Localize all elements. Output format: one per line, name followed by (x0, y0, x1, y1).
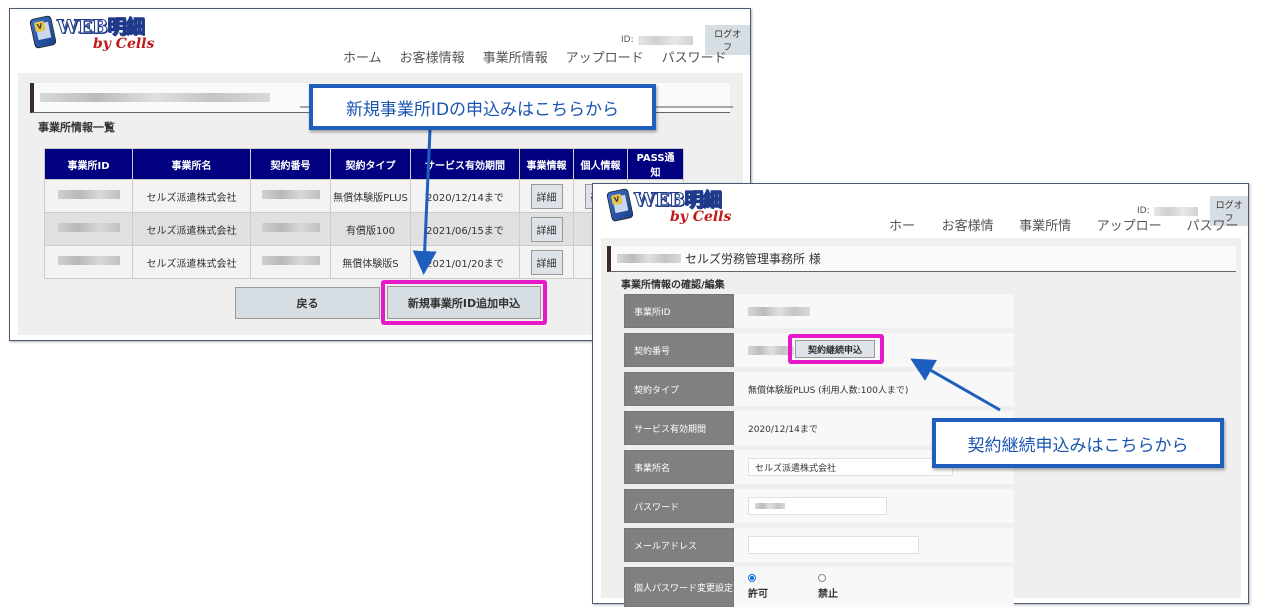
contract-no-row: 契約番号 契約継続申込 (624, 333, 1014, 367)
table-row: セルズ派遣株式会社 無償体験版S 2021/01/20まで 詳細 (44, 245, 684, 279)
nav-upload[interactable]: アップロード (566, 47, 644, 66)
office-name-cell: セルズ派遣株式会社 (132, 179, 251, 213)
allow-radio[interactable]: 許可 (748, 574, 768, 600)
back-button[interactable]: 戻る (235, 287, 380, 319)
phone-icon: V (606, 188, 634, 222)
logo-main-text: WEB明細 (56, 16, 145, 38)
deny-radio[interactable]: 禁止 (818, 574, 838, 600)
pw-change-row: 個人パスワード変更設定 許可 禁止 (624, 567, 1014, 607)
nav-home[interactable]: ホーム (343, 47, 382, 66)
contract-type-cell: 無償体験版PLUS (330, 179, 411, 213)
password-label: パスワード (624, 489, 734, 523)
radio-unselected-icon[interactable] (818, 574, 826, 582)
table-header-row: 事業所ID 事業所名 契約番号 契約タイプ サービス有効期間 事業情報 個人情報… (44, 148, 684, 180)
renew-callout: 契約継続申込みはこちらから (932, 418, 1224, 468)
office-id-blurred (57, 190, 120, 199)
office-id-label: 事業所ID (624, 294, 734, 328)
user-bar: セルズ労務管理事務所 様 (607, 246, 1236, 272)
email-row: メールアドレス (624, 528, 1014, 562)
office-id-blurred (57, 223, 120, 232)
office-name-input[interactable]: セルズ派遣株式会社 (748, 458, 953, 476)
office-table: 事業所ID 事業所名 契約番号 契約タイプ サービス有効期間 事業情報 個人情報… (44, 148, 684, 279)
new-id-callout: 新規事業所IDの申込みはこちらから (309, 84, 656, 130)
office-id-blurred (748, 306, 810, 316)
office-id-blurred (57, 256, 120, 265)
logo-sub-text: by Cells (670, 209, 732, 225)
col-pass-notice: PASS通知 (627, 148, 684, 180)
user-id-value (637, 35, 694, 45)
section-title: 事業所情報一覧 (38, 121, 115, 134)
contract-no-blurred (261, 223, 320, 232)
contract-type-label: 契約タイプ (624, 372, 734, 406)
col-service-period: サービス有効期間 (410, 148, 520, 180)
col-personal-info: 個人情報 (573, 148, 628, 180)
phone-icon: V (29, 15, 57, 49)
nav-customer-info[interactable]: お客様情報 (400, 47, 465, 66)
nav-office-info[interactable]: 事業所情報 (483, 47, 548, 66)
contract-no-blurred (261, 256, 320, 265)
contract-no-blurred (261, 190, 320, 199)
period-cell: 2021/01/20まで (410, 245, 520, 279)
section-title: 事業所情報の確認/編集 (621, 280, 725, 291)
office-name-label: 事業所名 (624, 450, 734, 484)
user-name-blurred (617, 254, 681, 263)
new-office-id-button[interactable]: 新規事業所ID追加申込 (387, 286, 541, 319)
table-row: セルズ派遣株式会社 無償体験版PLUS 2020/12/14まで 詳細 確認 表… (44, 179, 684, 213)
office-edit-window: V WEB明細 by Cells ID: ログオフ ホーム お客様情報 事業所情… (592, 183, 1249, 607)
office-name-cell: セルズ派遣株式会社 (132, 212, 251, 246)
contract-type-row: 契約タイプ 無償体験版PLUS (利用人数:100人まで) (624, 372, 1014, 406)
logo-sub-text: by Cells (93, 36, 155, 52)
office-name-cell: セルズ派遣株式会社 (132, 245, 251, 279)
period-cell[interactable]: 2020/12/14まで (410, 179, 520, 213)
logo-main-text: WEB明細 (633, 189, 722, 211)
detail-button[interactable]: 詳細 (530, 216, 563, 242)
web-meisai-logo: V WEB明細 by Cells (29, 15, 155, 52)
col-office-detail: 事業情報 (519, 148, 574, 180)
col-office-name: 事業所名 (132, 148, 251, 180)
service-period-label: サービス有効期間 (624, 411, 734, 445)
pw-change-label: 個人パスワード変更設定 (624, 567, 734, 607)
period-cell: 2021/06/15まで (410, 212, 520, 246)
contract-no-label: 契約番号 (624, 333, 734, 367)
detail-button[interactable]: 詳細 (530, 183, 563, 209)
col-contract-no: 契約番号 (250, 148, 331, 180)
renew-contract-button[interactable]: 契約継続申込 (795, 340, 875, 358)
contract-type-value: 無償体験版PLUS (利用人数:100人まで) (734, 372, 1014, 406)
password-input[interactable] (748, 497, 887, 515)
nav-password[interactable]: パスワード (662, 47, 727, 66)
col-contract-type: 契約タイプ (330, 148, 411, 180)
user-name-blurred (40, 93, 270, 102)
email-input[interactable] (748, 536, 919, 554)
web-meisai-logo: V WEB明細 by Cells (606, 188, 732, 225)
detail-button[interactable]: 詳細 (530, 249, 563, 275)
email-label: メールアドレス (624, 528, 734, 562)
radio-selected-icon[interactable] (748, 574, 756, 582)
id-label: ID: (621, 35, 634, 45)
user-name: セルズ労務管理事務所 様 (685, 252, 821, 266)
main-nav: ホーム お客様情報 事業所情報 アップロード パスワード (343, 47, 727, 66)
contract-type-cell: 有償版100 (330, 212, 411, 246)
contract-type-cell: 無償体験版S (330, 245, 411, 279)
password-row: パスワード (624, 489, 1014, 523)
password-blurred (755, 503, 785, 509)
office-id-row: 事業所ID (624, 294, 1014, 328)
col-office-id: 事業所ID (44, 148, 133, 180)
table-row: セルズ派遣株式会社 有償版100 2021/06/15まで 詳細 (44, 212, 684, 246)
